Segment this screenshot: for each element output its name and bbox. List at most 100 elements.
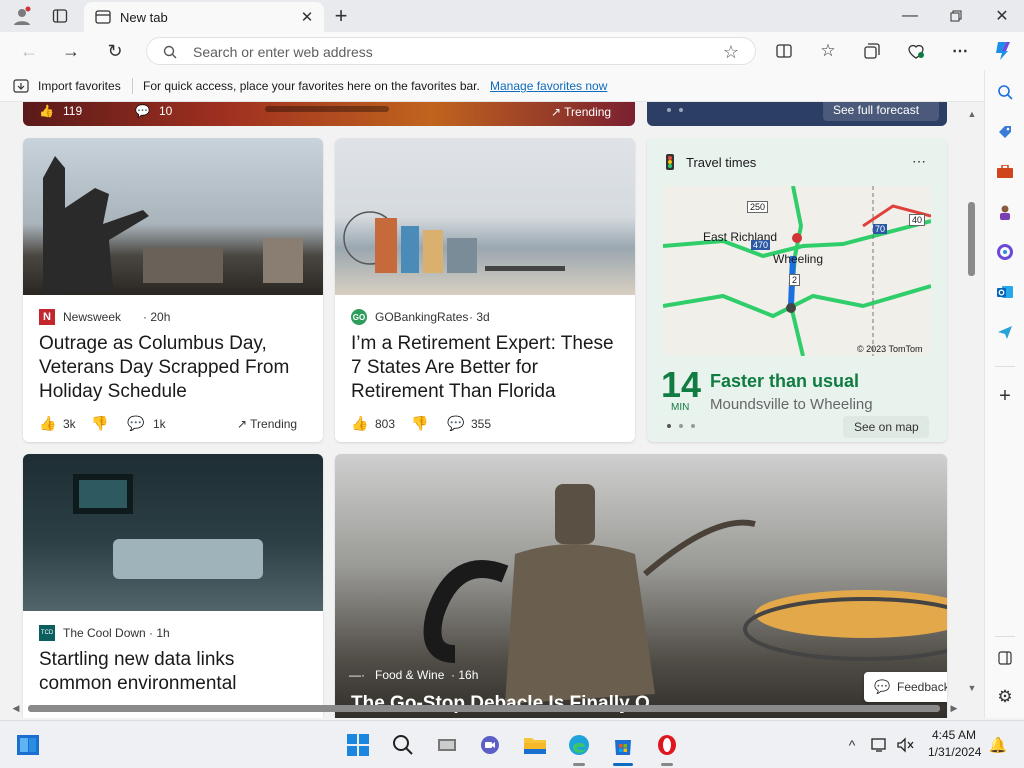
notifications-icon[interactable]: 🔔 xyxy=(988,735,1008,755)
headline[interactable]: The Go-Stop Debacle Is Finally O... xyxy=(351,692,751,716)
collections-icon[interactable] xyxy=(862,41,882,61)
star-icon[interactable]: ☆ xyxy=(721,42,741,62)
more-icon[interactable]: ⋯ xyxy=(950,41,970,61)
network-icon[interactable] xyxy=(870,735,890,755)
close-tab-icon[interactable]: ✕ xyxy=(298,8,316,26)
comment-icon[interactable]: 💬 xyxy=(135,104,150,118)
clock-time[interactable]: 4:45 AM xyxy=(932,728,976,742)
like-count: 803 xyxy=(375,417,396,431)
dot xyxy=(691,424,695,428)
see-on-map-button[interactable]: See on map xyxy=(843,416,929,438)
scroll-right-icon[interactable]: ▶ xyxy=(948,702,960,714)
address-bar[interactable]: Search or enter web address ☆ xyxy=(146,37,756,65)
start-icon[interactable] xyxy=(344,731,372,759)
route-shield: 250 xyxy=(747,201,769,213)
dislike-icon[interactable]: 👎 xyxy=(91,414,109,432)
news-feed: 👍 119 💬 10 ↗ Trending See full forecast … xyxy=(0,102,984,718)
like-icon[interactable]: 👍 xyxy=(39,104,54,118)
search-icon[interactable] xyxy=(995,82,1015,102)
source-name: GOBankingRates xyxy=(375,310,469,324)
microsoft-365-icon[interactable] xyxy=(995,242,1015,262)
scroll-up-icon[interactable]: ▲ xyxy=(966,108,978,120)
widgets-icon[interactable] xyxy=(14,731,42,759)
dot xyxy=(679,108,683,112)
source-name: The Cool Down xyxy=(63,626,146,640)
tools-icon[interactable] xyxy=(995,162,1015,182)
carousel-dots[interactable] xyxy=(265,106,389,112)
travel-status: Faster than usual xyxy=(710,371,860,391)
feedback-label: Feedback xyxy=(897,680,947,694)
travel-times-card[interactable]: Travel times ⋯ East Richland Wheeling 25… xyxy=(647,138,947,442)
address-input[interactable]: Search or enter web address xyxy=(193,44,373,60)
manage-favorites-link[interactable]: Manage favorites now xyxy=(490,79,607,93)
scroll-down-icon[interactable]: ▼ xyxy=(966,682,978,694)
headline[interactable]: Startling new data links common environm… xyxy=(39,648,311,696)
news-image xyxy=(23,454,323,611)
back-icon[interactable]: ← xyxy=(18,40,40,62)
show-hidden-icons-icon[interactable]: ^ xyxy=(842,735,862,755)
opera-icon[interactable] xyxy=(653,731,681,759)
see-full-forecast-button[interactable]: See full forecast xyxy=(823,102,939,121)
map-label: Wheeling xyxy=(773,252,824,266)
age-label: · 1h xyxy=(149,626,170,640)
newsweek-logo-icon: N xyxy=(39,309,55,325)
news-card[interactable]: GO GOBankingRates · 3d I’m a Retirement … xyxy=(335,138,635,442)
source-logo-icon: —· xyxy=(349,668,365,682)
like-icon[interactable]: 👍 xyxy=(351,414,369,432)
comment-count: 355 xyxy=(471,417,492,431)
outlook-icon[interactable] xyxy=(995,282,1015,302)
file-explorer-icon[interactable] xyxy=(521,731,549,759)
prev-card-strip[interactable]: 👍 119 💬 10 ↗ Trending xyxy=(23,102,635,126)
traffic-light-icon xyxy=(663,154,677,170)
drop-icon[interactable] xyxy=(995,322,1015,342)
like-count: 3k xyxy=(63,417,76,431)
divider xyxy=(995,636,1015,637)
new-tab-page-icon xyxy=(94,8,112,26)
volume-muted-icon[interactable] xyxy=(895,735,915,755)
feedback-button[interactable]: 💬 Feedback xyxy=(864,672,947,702)
microsoft-store-icon[interactable] xyxy=(609,731,637,759)
new-tab-button[interactable]: + xyxy=(330,3,352,28)
traffic-map[interactable]: East Richland Wheeling 250 470 70 40 2 ©… xyxy=(663,186,931,356)
import-favorites-button[interactable]: Import favorites xyxy=(38,79,121,93)
hide-sidebar-icon[interactable] xyxy=(995,648,1015,668)
horizontal-scrollbar[interactable] xyxy=(28,705,940,712)
minimize-icon[interactable]: — xyxy=(900,6,920,26)
split-screen-icon[interactable] xyxy=(774,41,794,61)
scroll-left-icon[interactable]: ◀ xyxy=(10,702,22,714)
headline[interactable]: Outrage as Columbus Day, Veterans Day Sc… xyxy=(39,332,311,404)
forecast-link-label: See full forecast xyxy=(833,103,920,117)
favorites-icon[interactable]: ☆ xyxy=(818,41,838,61)
news-image xyxy=(23,138,323,295)
games-icon[interactable] xyxy=(995,202,1015,222)
settings-icon[interactable]: ⚙ xyxy=(995,687,1015,707)
browser-essentials-icon[interactable] xyxy=(906,41,926,61)
comment-icon[interactable]: 💬 xyxy=(447,414,465,432)
shopping-icon[interactable] xyxy=(995,122,1015,142)
add-icon[interactable]: + xyxy=(995,385,1015,407)
profile-icon[interactable] xyxy=(10,4,34,28)
news-card[interactable]: —· Food & Wine · 16h The Go-Stop Debacle… xyxy=(335,454,947,718)
refresh-icon[interactable]: ↻ xyxy=(104,40,126,62)
vertical-scrollbar[interactable] xyxy=(968,202,975,276)
tab-actions-icon[interactable] xyxy=(50,6,70,26)
news-card[interactable]: TCD The Cool Down · 1h Startling new dat… xyxy=(23,454,323,718)
dislike-icon[interactable]: 👎 xyxy=(411,414,429,432)
comment-icon[interactable]: 💬 xyxy=(127,414,145,432)
news-card[interactable]: N Newsweek · 20h Outrage as Columbus Day… xyxy=(23,138,323,442)
more-options-icon[interactable]: ⋯ xyxy=(909,152,929,170)
restore-icon[interactable] xyxy=(946,6,966,26)
close-window-icon[interactable]: ✕ xyxy=(992,6,1012,26)
headline[interactable]: I’m a Retirement Expert: These 7 States … xyxy=(351,332,627,404)
like-icon[interactable]: 👍 xyxy=(39,414,57,432)
search-icon[interactable] xyxy=(389,731,417,759)
clock-date[interactable]: 1/31/2024 xyxy=(928,745,981,759)
teams-chat-icon[interactable] xyxy=(476,731,504,759)
divider xyxy=(132,78,133,94)
edge-icon[interactable] xyxy=(565,731,593,759)
divider xyxy=(995,366,1015,367)
tab-new[interactable]: New tab ✕ xyxy=(84,2,324,32)
forward-icon[interactable]: → xyxy=(60,40,82,62)
task-view-icon[interactable] xyxy=(433,731,461,759)
copilot-icon[interactable] xyxy=(990,38,1016,64)
